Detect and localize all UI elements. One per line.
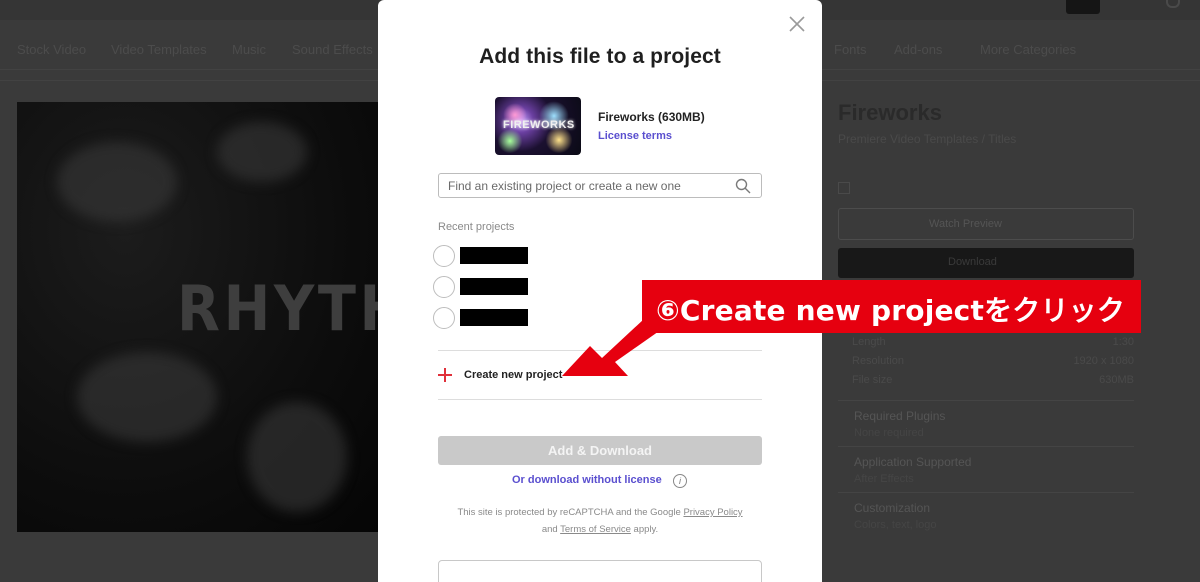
section-heading: Application Supported [854,455,972,469]
file-name: Fireworks (630MB) [598,110,705,124]
recent-project-item[interactable] [433,244,543,268]
bottom-panel [438,560,762,582]
add-and-download-button[interactable]: Add & Download [438,436,762,465]
nav-item[interactable]: Stock Video [17,42,86,57]
project-radio[interactable] [433,245,455,267]
thumbnail-label: FIREWORKS [503,119,575,131]
recaptcha-text: This site is protected by reCAPTCHA and … [457,507,681,518]
search-icon[interactable] [735,178,751,194]
nav-item[interactable]: More Categories [980,42,1076,57]
item-title: Fireworks [838,100,942,125]
recaptcha-notice: This site is protected by reCAPTCHA and … [378,507,822,518]
project-radio[interactable] [433,276,455,298]
recaptcha-text: and [541,524,558,535]
create-new-project-label: Create new project [464,369,563,381]
preview-button-label: Watch Preview [929,218,1002,230]
meta-label: Length [852,336,886,348]
annotation-text: ⑥Create new projectをクリック [656,294,1126,327]
meta-value: 1:30 [1112,336,1134,348]
project-name-redacted [460,247,528,264]
info-section: Customization Colors, text, logo [838,492,1134,538]
annotation-callout: ⑥Create new projectをクリック [642,280,1141,333]
file-thumbnail: FIREWORKS [495,97,581,155]
close-icon[interactable] [788,15,806,33]
section-heading: Customization [854,501,931,515]
item-subtitle: Premiere Video Templates / Titles [838,132,1017,146]
recaptcha-notice-line2: and Terms of Service apply. [378,524,822,535]
section-value: After Effects [854,473,914,485]
info-icon[interactable]: i [673,474,687,488]
meta-value: 1920 x 1080 [1073,355,1134,367]
section-heading: Required Plugins [854,409,946,423]
project-name-redacted [460,309,528,326]
meta-row: Length 1:30 [852,336,1134,348]
video-preview[interactable]: RHYTHM [17,102,378,532]
privacy-policy-link[interactable]: Privacy Policy [683,507,742,518]
project-search-input[interactable] [448,178,728,194]
recent-project-item[interactable] [433,275,543,299]
modal-title: Add this file to a project [479,45,721,68]
meta-value: 630MB [1099,374,1134,386]
preview-watermark: RHYTHM [177,272,378,345]
plus-icon [438,368,452,382]
project-search-field[interactable] [438,173,762,198]
download-without-license-link[interactable]: Or download without license [512,474,662,486]
download-button-label: Download [948,256,997,268]
meta-row: File size 630MB [852,374,1134,386]
recent-project-item[interactable] [433,306,543,330]
nav-item[interactable]: Music [232,42,266,57]
recent-projects-label: Recent projects [438,221,515,233]
meta-label: Resolution [852,355,904,367]
terms-of-service-link[interactable]: Terms of Service [560,524,631,535]
meta-row: Resolution 1920 x 1080 [852,355,1134,367]
section-value: None required [854,427,924,439]
project-radio[interactable] [433,307,455,329]
meta-label: File size [852,374,893,386]
license-terms-link[interactable]: License terms [598,130,672,142]
nav-item[interactable]: Video Templates [111,42,207,57]
preview-button[interactable]: Watch Preview [838,208,1134,240]
top-action-button[interactable] [1066,0,1100,14]
info-section: Required Plugins None required [838,400,1134,446]
favorite-icon[interactable] [838,182,850,194]
section-value: Colors, text, logo [854,519,937,531]
project-name-redacted [460,278,528,295]
nav-item[interactable]: Add-ons [894,42,942,57]
recaptcha-text: apply. [633,524,659,535]
nav-item[interactable]: Sound Effects [292,42,373,57]
download-button[interactable]: Download [838,248,1134,278]
info-section: Application Supported After Effects [838,446,1134,492]
nav-item[interactable]: Fonts [834,42,867,57]
